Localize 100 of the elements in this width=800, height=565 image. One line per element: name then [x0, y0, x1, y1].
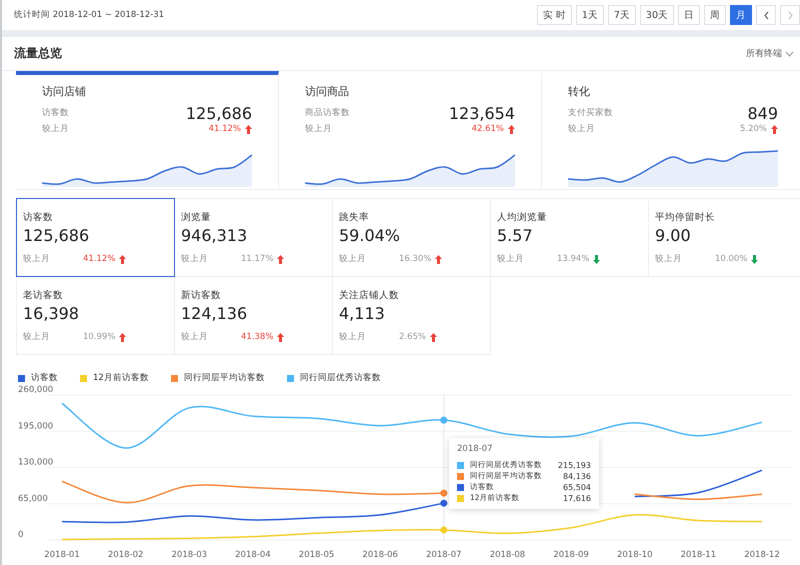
axis-label: 2018-07 — [426, 550, 462, 560]
metric-value: 4,113 — [339, 304, 386, 323]
summary-card[interactable]: 转化 支付买家数 849 较上月 5.20% — [542, 71, 800, 189]
change-percent: 41.12% — [208, 124, 241, 134]
axis-label: 2018-11 — [680, 550, 716, 560]
up-arrow-icon — [119, 332, 126, 342]
terminal-dropdown[interactable]: 所有终端 — [746, 47, 794, 60]
up-arrow-icon — [508, 124, 515, 134]
metric-card[interactable]: 访客数 125,686 较上月 41.12% — [16, 198, 175, 277]
axis-label: 2018-02 — [108, 550, 144, 560]
time-range-button[interactable]: 月 — [730, 5, 752, 25]
panel-title: 流量总览 — [14, 45, 62, 62]
time-range-button[interactable]: 7天 — [608, 5, 636, 25]
metric-value: 9.00 — [655, 226, 692, 245]
change-percent: 10.00% — [715, 254, 748, 264]
change-percent: 5.20% — [740, 124, 767, 134]
change-percent: 41.38% — [241, 332, 274, 342]
axis-label: 2018-09 — [553, 550, 589, 560]
metric-value: 125,686 — [186, 104, 252, 122]
metric-label: 老访客数 — [23, 289, 64, 302]
legend-swatch — [170, 374, 178, 382]
change-percent: 41.12% — [83, 254, 116, 264]
chevron-left-icon — [762, 10, 770, 20]
compare-label: 较上月 — [23, 331, 51, 343]
axis-label: 2018-04 — [235, 550, 271, 560]
axis-label: 2018-05 — [298, 550, 334, 560]
axis-label: 2018-12 — [744, 550, 780, 560]
legend-label[interactable]: 12月前访客数 — [93, 372, 149, 384]
chevron-down-icon — [785, 50, 794, 56]
metric-label: 人均浏览量 — [497, 211, 548, 224]
compare-label: 较上月 — [305, 123, 332, 135]
legend-label[interactable]: 访客数 — [31, 372, 58, 384]
metric-label: 关注店铺人数 — [339, 289, 400, 302]
data-point — [440, 416, 448, 424]
axis-label: 2018-03 — [172, 550, 208, 560]
axis-label: 130,000 — [18, 458, 54, 468]
metric-card[interactable]: 平均停留时长 9.00 较上月 10.00% — [648, 198, 800, 277]
series-value: 65,504 — [563, 482, 591, 492]
legend-swatch — [80, 374, 87, 382]
up-arrow-icon — [430, 332, 438, 342]
previous-button[interactable] — [756, 5, 776, 25]
change-percent: 2.65% — [399, 332, 426, 342]
change-percent: 16.30% — [399, 254, 432, 264]
metric-value: 946,313 — [181, 226, 248, 245]
legend-label[interactable]: 同行同层平均访客数 — [184, 372, 265, 384]
metric-card[interactable]: 人均浏览量 5.57 较上月 13.94% — [490, 198, 649, 277]
axis-label: 195,000 — [18, 421, 54, 432]
metric-label: 商品访客数 — [305, 107, 350, 119]
compare-label: 较上月 — [181, 331, 209, 343]
time-range-button[interactable]: 日 — [678, 5, 700, 25]
metric-value: 849 — [747, 104, 778, 122]
time-range-button[interactable]: 实 时 — [536, 5, 572, 25]
time-range-button[interactable]: 30天 — [640, 5, 674, 25]
change-percent: 11.17% — [241, 254, 274, 264]
legend-label[interactable]: 同行同层优秀访客数 — [300, 372, 381, 384]
compare-label: 较上月 — [339, 331, 367, 343]
down-arrow-icon — [593, 254, 600, 264]
compare-label: 较上月 — [568, 123, 595, 135]
metric-value: 125,686 — [23, 226, 90, 245]
metric-value: 59.04% — [339, 226, 402, 245]
time-range-button[interactable]: 周 — [704, 5, 726, 25]
axis-label: 2018-06 — [362, 550, 398, 560]
data-point — [440, 526, 448, 534]
axis-label: 2018-01 — [44, 550, 80, 560]
axis-label: 2018-08 — [490, 550, 526, 560]
up-arrow-icon — [277, 254, 284, 264]
time-range-button[interactable]: 1天 — [576, 5, 604, 25]
axis-label: 0 — [18, 530, 24, 540]
up-arrow-icon — [771, 124, 778, 134]
date-range-text: 统计时间 2018-12-01 ~ 2018-12-31 — [14, 9, 164, 21]
summary-card[interactable]: 访问商品 商品访客数 123,654 较上月 42.61% — [279, 71, 542, 189]
legend-swatch — [18, 374, 25, 382]
metric-label: 访客数 — [42, 107, 69, 119]
axis-label: 2018-10 — [616, 550, 652, 560]
metric-label: 新访客数 — [181, 289, 222, 302]
series-value: 17,616 — [563, 494, 591, 502]
up-arrow-icon — [277, 332, 284, 342]
metric-label: 浏览量 — [181, 211, 212, 224]
down-arrow-icon — [751, 254, 758, 264]
metric-label: 跳失率 — [339, 211, 370, 224]
up-arrow-icon — [119, 254, 126, 264]
axis-label: 65,000 — [18, 494, 48, 504]
summary-card[interactable]: 访问店铺 访客数 125,686 较上月 41.12% — [16, 71, 279, 189]
data-point — [440, 490, 448, 497]
legend-swatch — [286, 374, 294, 382]
tooltip-title: 2018-07 — [457, 444, 494, 454]
metric-value: 124,136 — [181, 304, 248, 323]
up-arrow-icon — [435, 254, 442, 264]
card-title: 访问商品 — [305, 84, 350, 99]
metric-label: 访客数 — [23, 211, 54, 224]
compare-label: 较上月 — [655, 253, 683, 265]
metric-card[interactable]: 老访客数 16,398 较上月 10.99% — [16, 276, 175, 355]
series-value: 215,193 — [558, 460, 591, 470]
up-arrow-icon — [245, 124, 252, 134]
compare-label: 较上月 — [181, 253, 209, 265]
metric-value: 16,398 — [23, 304, 80, 323]
change-percent: 13.94% — [557, 254, 590, 264]
axis-label: 260,000 — [18, 385, 54, 395]
metric-card[interactable]: 关注店铺人数 4,113 较上月 2.65% — [332, 276, 491, 355]
compare-label: 较上月 — [339, 253, 367, 265]
